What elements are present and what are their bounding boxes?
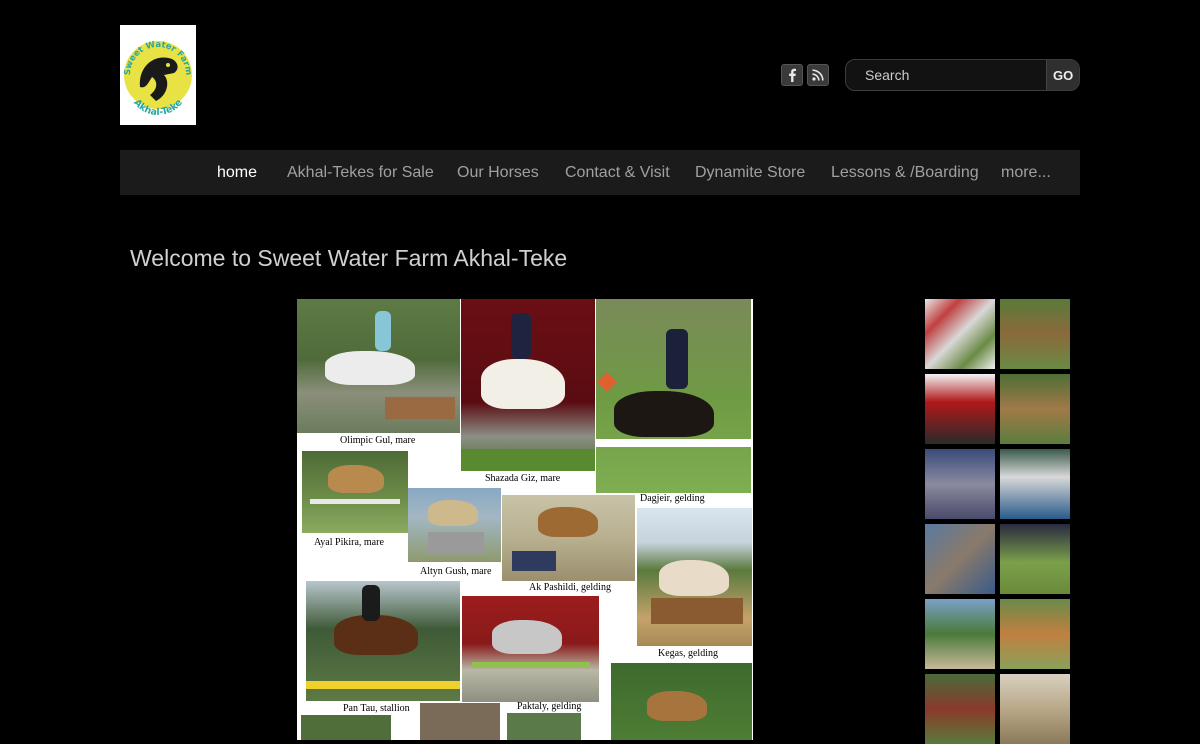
- photo-cross-country: [611, 663, 752, 740]
- thumbnail-10[interactable]: [1000, 599, 1070, 669]
- thumbnail-4[interactable]: [1000, 374, 1070, 444]
- nav-item-akhal-tekes-for-sale[interactable]: Akhal-Tekes for Sale: [287, 150, 434, 195]
- caption-kegas: Kegas, gelding: [658, 648, 718, 659]
- photo-ak-pashildi: [502, 495, 635, 581]
- facebook-icon[interactable]: [781, 64, 803, 86]
- thumbnail-5[interactable]: [925, 449, 995, 519]
- photo-paktaly: [462, 596, 599, 702]
- nav-item-dynamite-store[interactable]: Dynamite Store: [695, 150, 805, 195]
- thumbnail-9[interactable]: [925, 599, 995, 669]
- search-box: GO: [845, 59, 1080, 91]
- photo-shazada-giz: [461, 299, 595, 471]
- caption-olimpic-gul: Olimpic Gul, mare: [340, 435, 416, 446]
- logo-graphic: Sweet Water FarmAkhal-Teke: [123, 40, 193, 118]
- photo-pan-tau: [306, 581, 460, 701]
- caption-dagjeir: Dagjeir, gelding: [640, 493, 705, 504]
- caption-ak-pashildi: Ak Pashildi, gelding: [529, 582, 611, 593]
- caption-ayal-pikira: Ayal Pikira, mare: [314, 537, 384, 548]
- thumbnail-11[interactable]: [925, 674, 995, 744]
- search-input[interactable]: [846, 60, 1046, 90]
- photo-bottom-1: [301, 715, 391, 740]
- search-go-button[interactable]: GO: [1046, 60, 1079, 90]
- nav-item-lessons-boarding[interactable]: Lessons & /Boarding: [831, 150, 979, 195]
- caption-paktaly: Paktaly, gelding: [517, 701, 582, 712]
- photo-dagjeir: [596, 299, 751, 493]
- horse-collage-image: Olimpic Gul, mare Shazada Giz, mare Dagj…: [297, 299, 753, 740]
- thumbnail-3[interactable]: [925, 374, 995, 444]
- page-title: Welcome to Sweet Water Farm Akhal-Teke: [130, 245, 568, 271]
- photo-bottom-3: [507, 713, 581, 740]
- caption-shazada-giz: Shazada Giz, mare: [485, 473, 561, 484]
- thumbnail-12[interactable]: [1000, 674, 1070, 744]
- photo-ayal-pikira: [302, 451, 408, 533]
- site-logo[interactable]: Sweet Water Farm Akhal-Teke: [120, 25, 196, 125]
- photo-kegas: [637, 508, 752, 646]
- nav-item-more[interactable]: more...: [1001, 150, 1051, 195]
- caption-pan-tau: Pan Tau, stallion: [343, 703, 410, 714]
- thumbnail-8[interactable]: [1000, 524, 1070, 594]
- thumbnail-7[interactable]: [925, 524, 995, 594]
- rss-icon[interactable]: [807, 64, 829, 86]
- thumbnail-1[interactable]: [925, 299, 995, 369]
- nav-item-home[interactable]: home: [217, 150, 257, 195]
- photo-olimpic-gul: [297, 299, 460, 433]
- photo-bottom-2: [420, 703, 500, 740]
- nav-item-contact-visit[interactable]: Contact & Visit: [565, 150, 670, 195]
- caption-altyn-gush: Altyn Gush, mare: [420, 566, 492, 577]
- photo-altyn-gush: [408, 488, 501, 562]
- nav-item-our-horses[interactable]: Our Horses: [457, 150, 539, 195]
- thumbnail-2[interactable]: [1000, 299, 1070, 369]
- main-nav: home Akhal-Tekes for Sale Our Horses Con…: [120, 150, 1080, 195]
- social-links: [781, 64, 829, 86]
- thumbnail-6[interactable]: [1000, 449, 1070, 519]
